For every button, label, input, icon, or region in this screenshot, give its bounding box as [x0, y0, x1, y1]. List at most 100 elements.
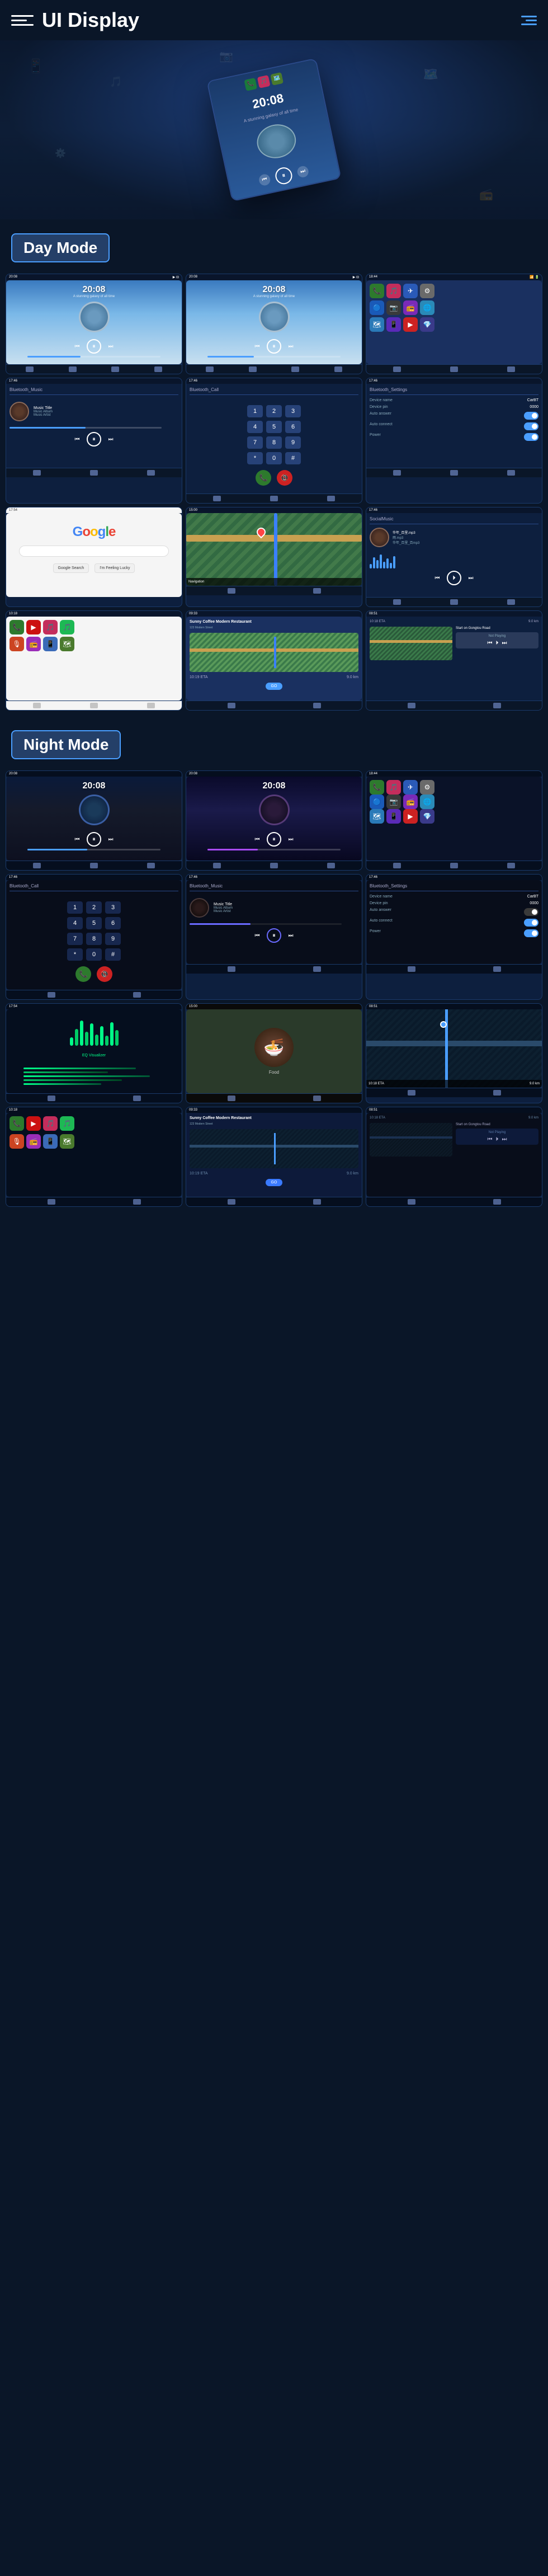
nav-icon-9a[interactable] — [393, 599, 401, 605]
call-button[interactable]: 📞 — [256, 470, 271, 486]
nav-icon-1c[interactable] — [111, 366, 119, 372]
nav-icon-10a[interactable] — [33, 703, 41, 708]
night-nav-7b[interactable] — [133, 1096, 141, 1101]
key-7[interactable]: 7 — [247, 436, 263, 449]
nav-icon-2b[interactable] — [249, 366, 257, 372]
app-youtube[interactable]: ▶ — [403, 317, 418, 332]
night-play-2[interactable]: ⏸ — [267, 832, 281, 847]
google-lucky-btn[interactable]: I'm Feeling Lucky — [95, 563, 135, 573]
app-music[interactable]: 🎵 — [386, 284, 401, 298]
night-next-1[interactable]: ⏭ — [106, 834, 116, 844]
night-key-7[interactable]: 7 — [67, 933, 83, 945]
night-nav-4b[interactable] — [133, 992, 141, 998]
night-call-btn[interactable]: 📞 — [75, 966, 91, 982]
night-nav-2b[interactable] — [270, 863, 278, 868]
night-key-star[interactable]: * — [67, 948, 83, 961]
night-app-extra2[interactable]: 💎 — [420, 809, 434, 824]
night-app-phone[interactable]: 📞 — [370, 780, 384, 795]
nav-icon-8a[interactable] — [228, 588, 235, 594]
night-key-1[interactable]: 1 — [67, 901, 83, 914]
end-call-button[interactable]: 📵 — [277, 470, 292, 486]
nav-icon-3c[interactable] — [507, 366, 515, 372]
night-play-1[interactable]: ⏸ — [87, 832, 101, 847]
nav-icon-3b[interactable] — [450, 366, 458, 372]
key-4[interactable]: 4 — [247, 421, 263, 433]
app-extra4[interactable]: 💎 — [420, 317, 434, 332]
hero-play-btn[interactable]: ⏸ — [274, 166, 294, 186]
social-prev[interactable]: ⏮ — [432, 573, 442, 583]
bt-prev-btn[interactable]: ⏮ — [72, 434, 82, 444]
key-hash[interactable]: # — [285, 452, 301, 464]
night-nav-10b[interactable] — [133, 1199, 141, 1205]
night-bt-play[interactable]: ⏸ — [267, 928, 281, 943]
night-nav-6b[interactable] — [493, 966, 501, 972]
app-extra2[interactable]: 🌐 — [420, 300, 434, 315]
nav-icon-6c[interactable] — [507, 470, 515, 476]
night-launcher-radio[interactable]: 📻 — [26, 1134, 41, 1149]
night-bt-next[interactable]: ⏭ — [286, 930, 296, 941]
prev-btn-2[interactable]: ⏮ — [252, 341, 262, 351]
key-9[interactable]: 9 — [285, 436, 301, 449]
night-app-web[interactable]: 🌐 — [420, 795, 434, 809]
google-search-btn[interactable]: Google Search — [53, 563, 89, 573]
nav-icon-12a[interactable] — [408, 703, 415, 708]
night-key-0[interactable]: 0 — [86, 948, 102, 961]
night-key-3[interactable]: 3 — [105, 901, 121, 914]
night-nav-5a[interactable] — [228, 966, 235, 972]
app-waze[interactable]: 🗺 — [370, 317, 384, 332]
night-app-radio[interactable]: 📻 — [403, 795, 418, 809]
media-play[interactable]: ⏵ — [496, 640, 499, 646]
bt-next-btn[interactable]: ⏭ — [106, 434, 116, 444]
night-nav-8b[interactable] — [313, 1096, 321, 1101]
night-app-bt[interactable]: 🔵 — [370, 795, 384, 809]
nav-icon-4c[interactable] — [147, 470, 155, 476]
night-media-play[interactable]: ⏵ — [496, 1136, 499, 1143]
play-btn-2[interactable]: ⏸ — [267, 339, 281, 354]
nav-icon-3a[interactable] — [393, 366, 401, 372]
night-nav-4a[interactable] — [48, 992, 55, 998]
nav-icon-4b[interactable] — [90, 470, 98, 476]
nav-icon-11a[interactable] — [228, 703, 235, 708]
night-app-music[interactable]: 🎵 — [386, 780, 401, 795]
next-btn-2[interactable]: ⏭ — [286, 341, 296, 351]
nav-icon-2c[interactable] — [291, 366, 299, 372]
night-prev-2[interactable]: ⏮ — [252, 834, 262, 844]
nav-icon-5c[interactable] — [327, 496, 335, 501]
go-button[interactable]: GO — [266, 683, 283, 690]
bt-auto-answer-toggle[interactable] — [524, 412, 538, 420]
launcher-youtube[interactable]: ▶ — [26, 620, 41, 634]
night-nav-9b[interactable] — [493, 1090, 501, 1096]
app-bt[interactable]: 🔵 — [370, 300, 384, 315]
night-nav-11b[interactable] — [313, 1199, 321, 1205]
app-camera[interactable]: 📷 — [386, 300, 401, 315]
hero-next-btn[interactable]: ⏭ — [296, 165, 310, 178]
night-nav-3a[interactable] — [393, 863, 401, 868]
media-next[interactable]: ⏭ — [502, 640, 507, 646]
key-6[interactable]: 6 — [285, 421, 301, 433]
night-launcher-spotify[interactable]: 🎵 — [60, 1116, 74, 1131]
nav-icon-4a[interactable] — [33, 470, 41, 476]
night-launcher-youtube[interactable]: ▶ — [26, 1116, 41, 1131]
night-media-prev[interactable]: ⏮ — [488, 1136, 493, 1143]
night-power-toggle[interactable] — [524, 929, 538, 937]
night-app-youtube[interactable]: ▶ — [403, 809, 418, 824]
nav-icon-10c[interactable] — [147, 703, 155, 708]
prev-btn-1[interactable]: ⏮ — [72, 341, 82, 351]
night-auto-connect-toggle[interactable] — [524, 919, 538, 927]
night-key-4[interactable]: 4 — [67, 917, 83, 929]
key-star[interactable]: * — [247, 452, 263, 464]
launcher-music[interactable]: 🎵 — [43, 620, 58, 634]
menu-icon[interactable] — [11, 9, 34, 31]
night-launcher-phone[interactable]: 📞 — [10, 1116, 24, 1131]
night-launcher-app[interactable]: 📱 — [43, 1134, 58, 1149]
nav-icon-9c[interactable] — [507, 599, 515, 605]
night-app-maps[interactable]: 🗺 — [370, 809, 384, 824]
night-app-settings[interactable]: ⚙ — [420, 780, 434, 795]
night-key-5[interactable]: 5 — [86, 917, 102, 929]
launcher-spotify[interactable]: 🎵 — [60, 620, 74, 634]
nav-icon-1a[interactable] — [26, 366, 34, 372]
night-bt-prev[interactable]: ⏮ — [252, 930, 262, 941]
night-end-btn[interactable]: 📵 — [97, 966, 112, 982]
app-extra1[interactable]: 📻 — [403, 300, 418, 315]
launcher-phone[interactable]: 📞 — [10, 620, 24, 634]
